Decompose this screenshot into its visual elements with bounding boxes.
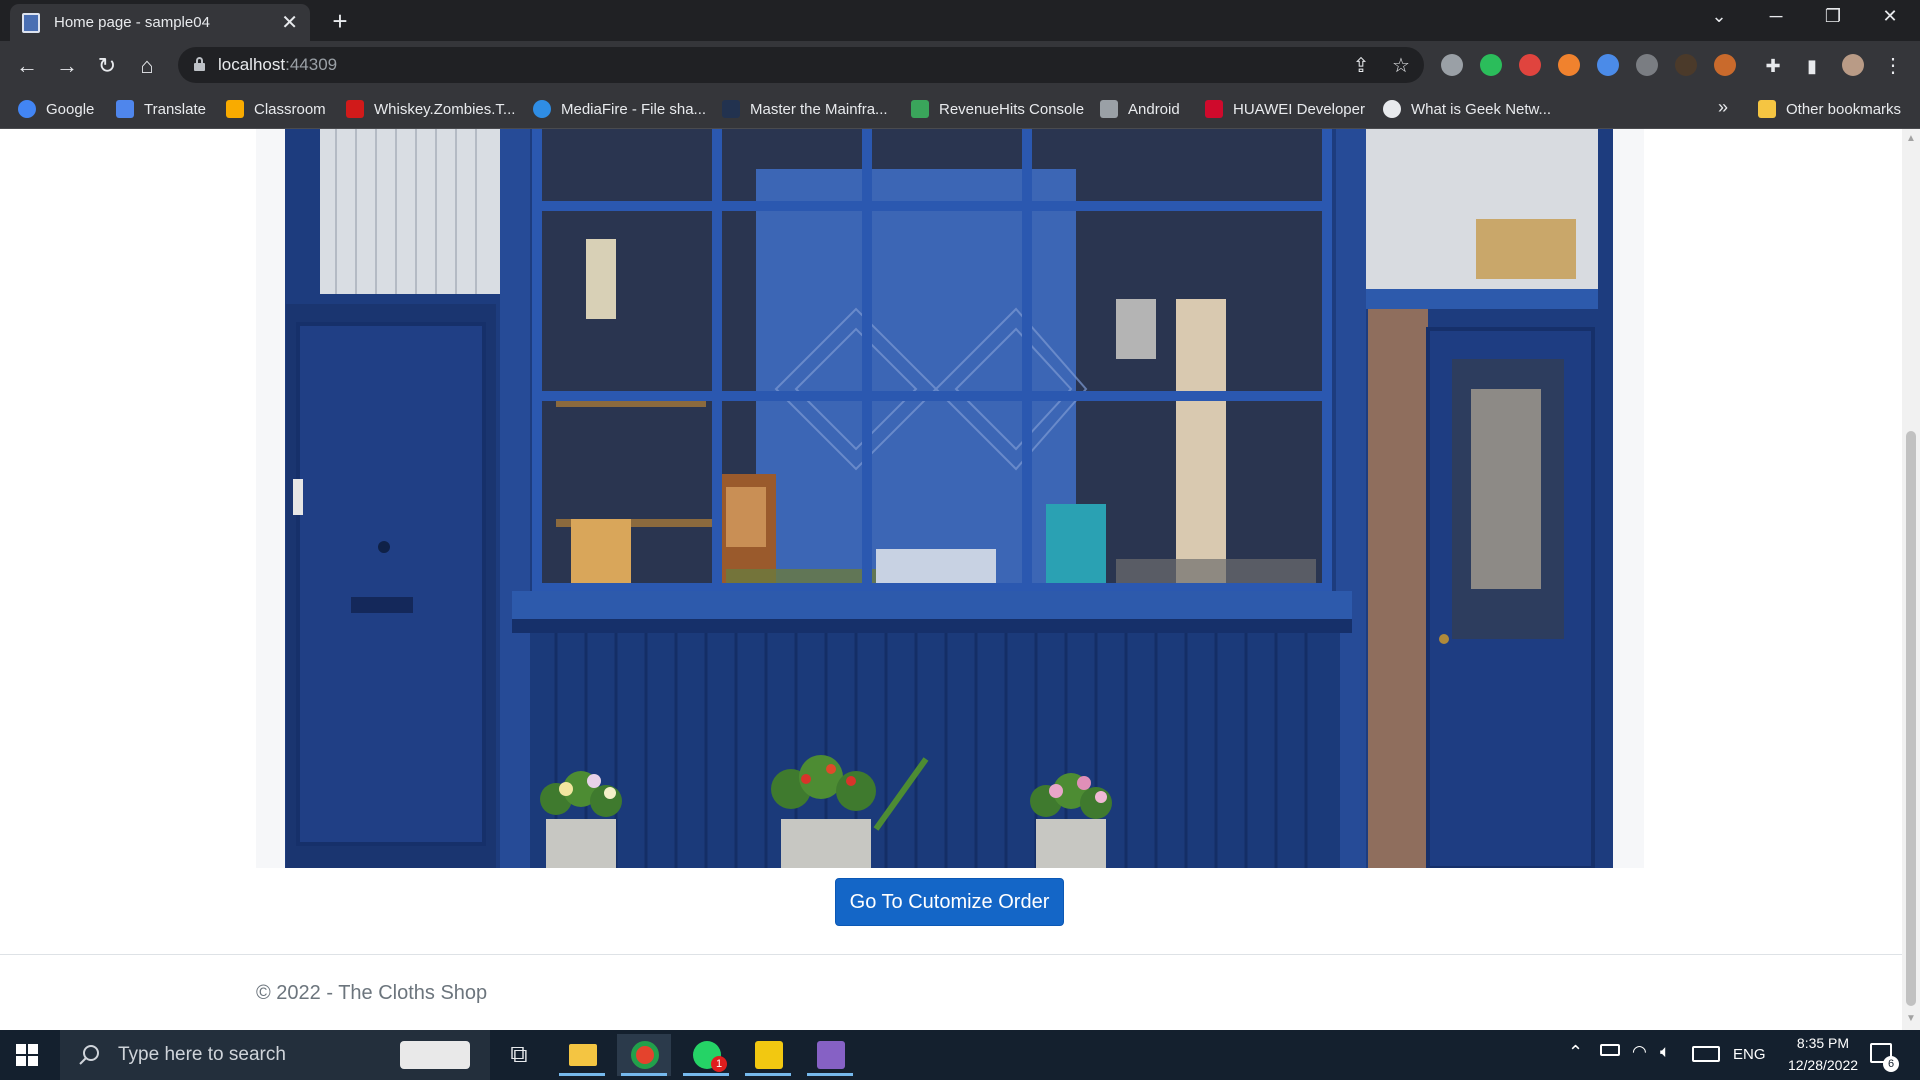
close-window-button[interactable]: ✕ — [1870, 6, 1910, 27]
browser-tab[interactable]: Home page - sample04 ✕ — [10, 4, 310, 41]
page-scrollbar[interactable]: ▲ ▼ — [1902, 129, 1920, 1030]
windows-start-icon[interactable] — [16, 1044, 40, 1066]
url-text[interactable]: localhost:44309 — [218, 55, 337, 75]
extension-icon[interactable] — [1519, 54, 1541, 76]
google-icon — [18, 100, 36, 118]
side-panel-icon[interactable]: ▮ — [1795, 49, 1829, 83]
footer-copyright: © 2022 - The Cloths Shop — [256, 982, 488, 1004]
taskbar-search-box[interactable]: Type here to search — [60, 1030, 490, 1080]
bookmark-revenuehits[interactable]: RevenueHits Console — [911, 100, 1084, 118]
page-favicon-icon — [22, 12, 40, 33]
whatsapp-badge: 1 — [711, 1056, 727, 1072]
bookmark-google[interactable]: Google — [18, 100, 94, 118]
search-highlight-icon — [400, 1041, 470, 1069]
bookmark-translate[interactable]: Translate — [116, 100, 206, 118]
extension-icon[interactable] — [1636, 54, 1658, 76]
extension-icon[interactable] — [1597, 54, 1619, 76]
keyboard-icon[interactable] — [1692, 1046, 1720, 1062]
visual-studio-icon[interactable] — [803, 1034, 857, 1076]
avatar[interactable] — [1842, 54, 1864, 76]
extension-icon[interactable] — [1441, 54, 1463, 76]
file-explorer-icon[interactable] — [555, 1034, 609, 1076]
scroll-down-icon[interactable]: ▼ — [1906, 1013, 1916, 1024]
translate-icon — [116, 100, 134, 118]
scrollbar-thumb[interactable] — [1906, 431, 1916, 1006]
bookmark-geek-network[interactable]: What is Geek Netw... — [1383, 100, 1551, 118]
menu-kebab-icon[interactable]: ⋮ — [1876, 49, 1910, 83]
bookmarks-bar: Google Translate Classroom Whiskey.Zombi… — [0, 91, 1920, 129]
tab-search-icon[interactable]: ⌄ — [1699, 6, 1739, 27]
more-bookmarks-icon[interactable]: » — [1718, 97, 1728, 118]
bookmark-mediafire[interactable]: MediaFire - File sha... — [533, 100, 706, 118]
bookmark-android[interactable]: Android — [1100, 100, 1180, 118]
search-placeholder: Type here to search — [118, 1044, 286, 1065]
extension-icon[interactable] — [1675, 54, 1697, 76]
notification-count: 6 — [1883, 1056, 1899, 1072]
extension-icon[interactable] — [1480, 54, 1502, 76]
chrome-icon[interactable] — [617, 1034, 671, 1076]
cookie-icon[interactable] — [1714, 54, 1736, 76]
wifi-icon[interactable]: ◠ — [1632, 1042, 1647, 1062]
revenuehits-icon — [911, 100, 929, 118]
scroll-up-icon[interactable]: ▲ — [1906, 133, 1916, 144]
volume-icon[interactable]: 🔈︎ — [1660, 1042, 1670, 1062]
shop-front-image — [256, 129, 1644, 868]
extensions-puzzle-icon[interactable]: ✚ — [1756, 49, 1790, 83]
globe-icon — [1383, 100, 1401, 118]
bookmark-classroom[interactable]: Classroom — [226, 100, 326, 118]
tray-overflow-icon[interactable]: ⌃ — [1568, 1042, 1583, 1063]
bookmark-huawei[interactable]: HUAWEI Developer — [1205, 100, 1365, 118]
bookmark-master-mainframe[interactable]: Master the Mainfra... — [722, 100, 888, 118]
web-page: Go To Cutomize Order © 2022 - The Cloths… — [0, 129, 1902, 1030]
mainframe-icon — [722, 100, 740, 118]
address-bar[interactable]: localhost:44309 ⇪ ☆ — [178, 47, 1424, 83]
restore-button[interactable]: ❐ — [1813, 6, 1853, 27]
customize-order-button[interactable]: Go To Cutomize Order — [835, 878, 1064, 926]
forward-icon[interactable]: → — [50, 49, 84, 83]
bookmark-star-icon[interactable]: ☆ — [1388, 53, 1414, 78]
other-bookmarks[interactable]: Other bookmarks — [1758, 100, 1901, 118]
power-bi-icon[interactable] — [741, 1034, 795, 1076]
code-icon — [1100, 100, 1118, 118]
share-icon[interactable]: ⇪ — [1348, 53, 1374, 78]
home-icon[interactable]: ⌂ — [130, 49, 164, 83]
minimize-button[interactable]: ─ — [1756, 6, 1796, 27]
tab-close-icon[interactable]: ✕ — [281, 10, 298, 35]
browser-toolbar: ← → ↻ ⌂ localhost:44309 ⇪ ☆ ✚ ▮ ⋮ — [0, 41, 1920, 91]
mediafire-icon — [533, 100, 551, 118]
tab-title: Home page - sample04 — [54, 14, 210, 31]
windows-taskbar: Type here to search ⧉ 1 ⌃ ◠ 🔈︎ ENG 8:35 … — [0, 1030, 1920, 1080]
clock-time[interactable]: 8:35 PM — [1786, 1035, 1860, 1051]
back-icon[interactable]: ← — [10, 49, 44, 83]
huawei-icon — [1205, 100, 1223, 118]
lock-icon[interactable] — [194, 57, 205, 71]
tab-strip: Home page - sample04 ✕ + ⌄ ─ ❐ ✕ — [0, 0, 1920, 41]
new-tab-button[interactable]: + — [326, 6, 354, 37]
metamask-icon[interactable] — [1558, 54, 1580, 76]
search-icon — [79, 1045, 99, 1065]
language-indicator[interactable]: ENG — [1733, 1046, 1766, 1063]
bookmark-whiskey-zombies[interactable]: Whiskey.Zombies.T... — [346, 100, 515, 118]
clock-date[interactable]: 12/28/2022 — [1776, 1057, 1870, 1073]
footer-divider — [0, 954, 1902, 955]
whatsapp-icon[interactable]: 1 — [679, 1034, 733, 1076]
whiskey-zombies-icon — [346, 100, 364, 118]
reload-icon[interactable]: ↻ — [90, 49, 124, 83]
folder-icon — [1758, 100, 1776, 118]
task-view-icon[interactable]: ⧉ — [492, 1034, 546, 1076]
battery-icon[interactable] — [1600, 1044, 1620, 1056]
classroom-icon — [226, 100, 244, 118]
